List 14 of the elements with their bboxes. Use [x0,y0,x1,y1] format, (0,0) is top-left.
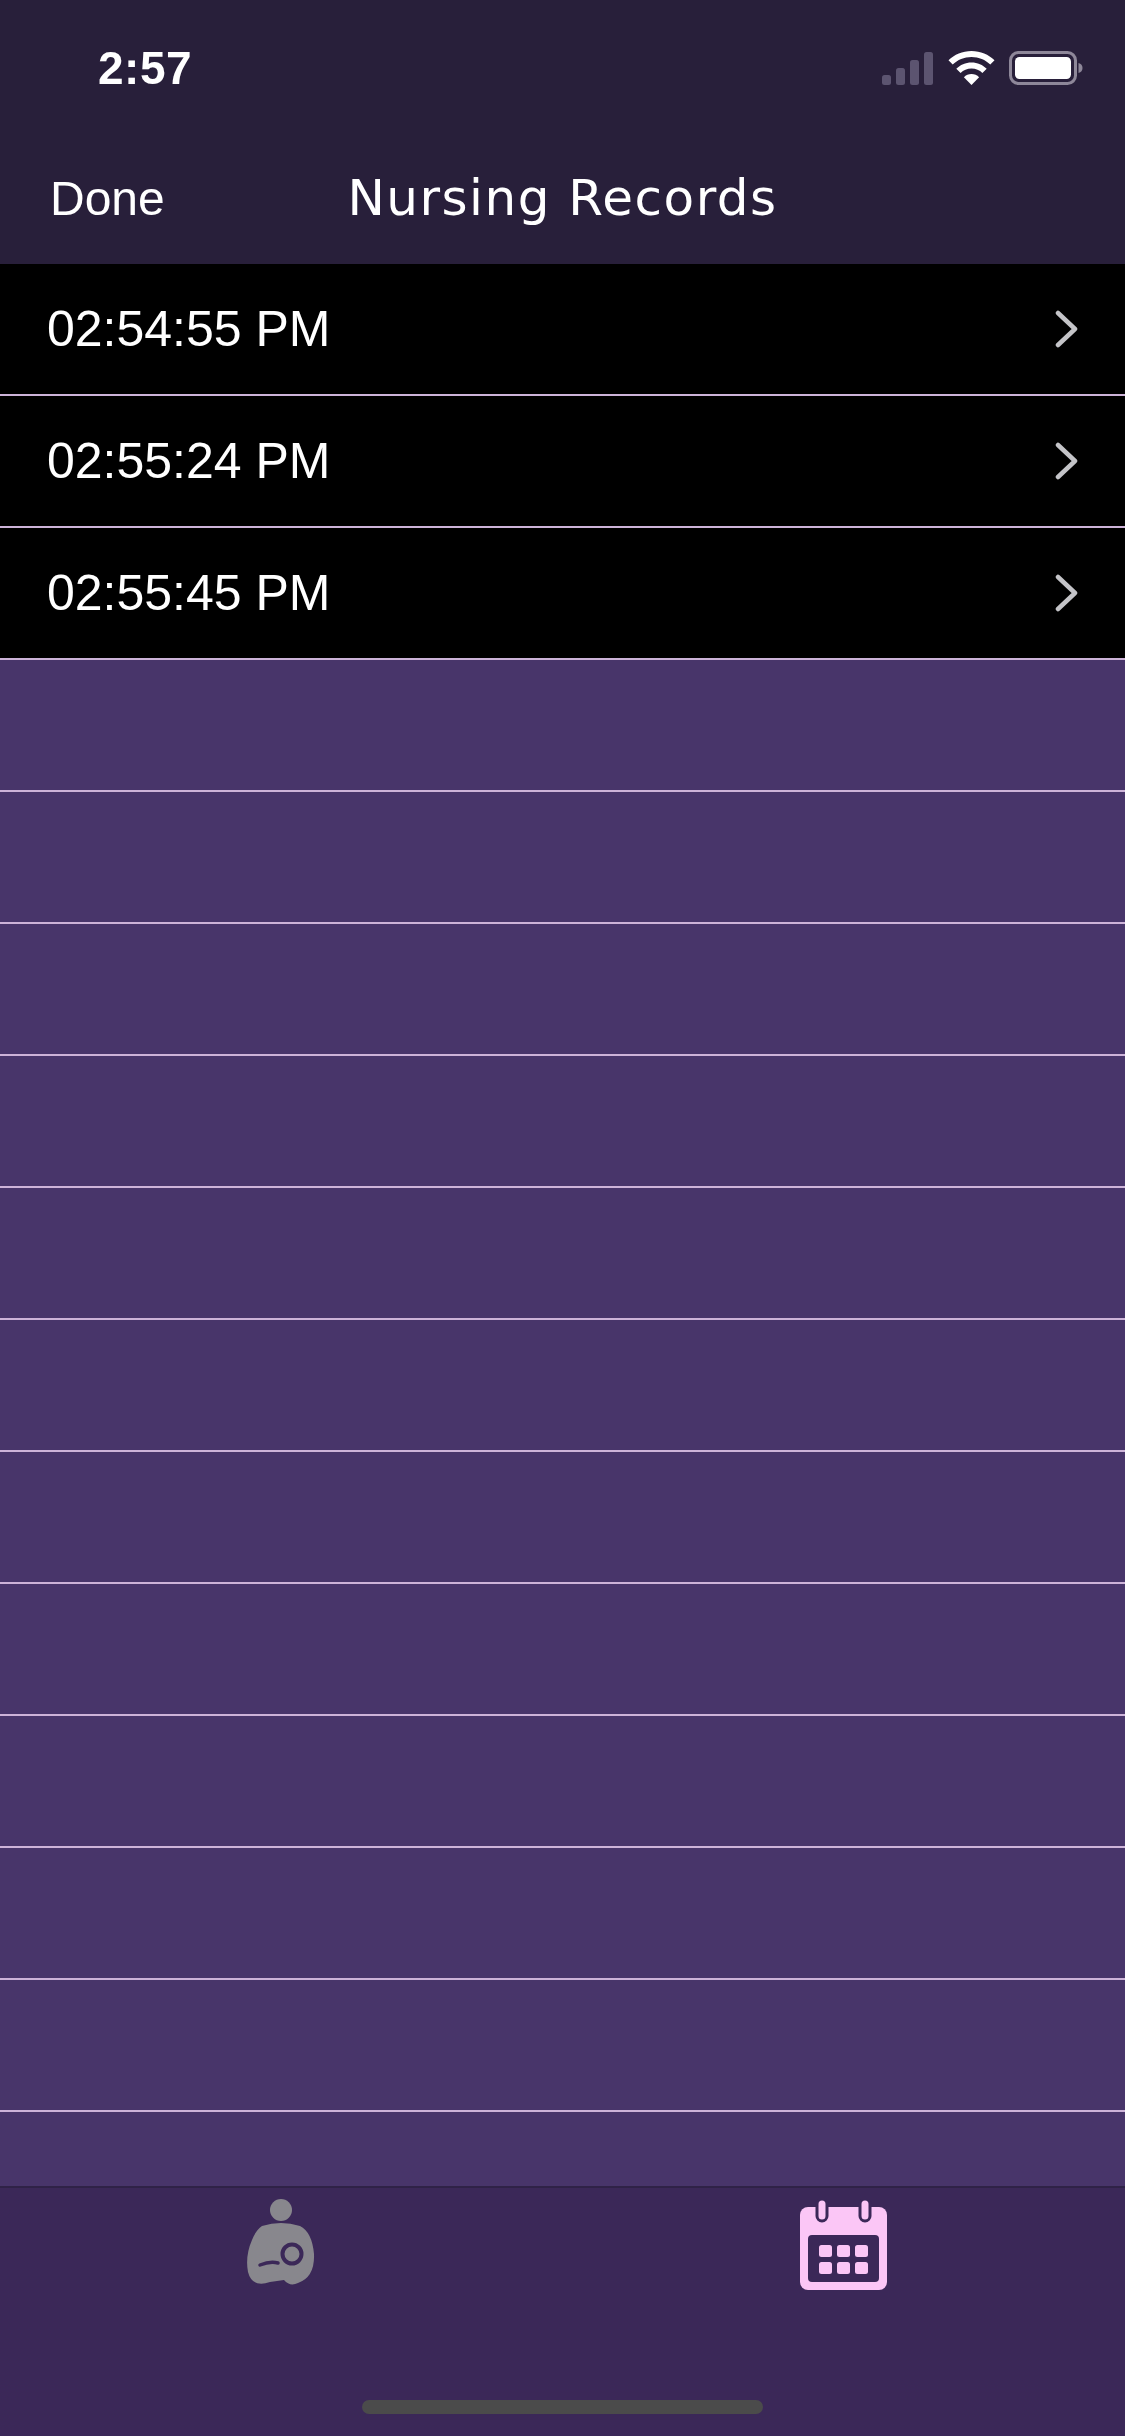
signal-icon [882,51,934,85]
record-row[interactable]: 02:55:45 PM [0,528,1125,660]
record-row[interactable]: 02:55:24 PM [0,396,1125,528]
nav-title: Nursing Records [347,169,778,227]
record-row[interactable]: 02:54:55 PM [0,264,1125,396]
chevron-right-icon [1055,442,1079,480]
wifi-icon [948,51,995,85]
battery-icon [1009,51,1083,85]
tab-button[interactable] [800,2199,888,2290]
calendar-icon [800,2199,888,2290]
status-time: 2:57 [98,41,193,95]
done-button[interactable]: Done [50,170,165,226]
chevron-right-icon [1055,310,1079,348]
chevron-right-icon [1055,574,1079,612]
